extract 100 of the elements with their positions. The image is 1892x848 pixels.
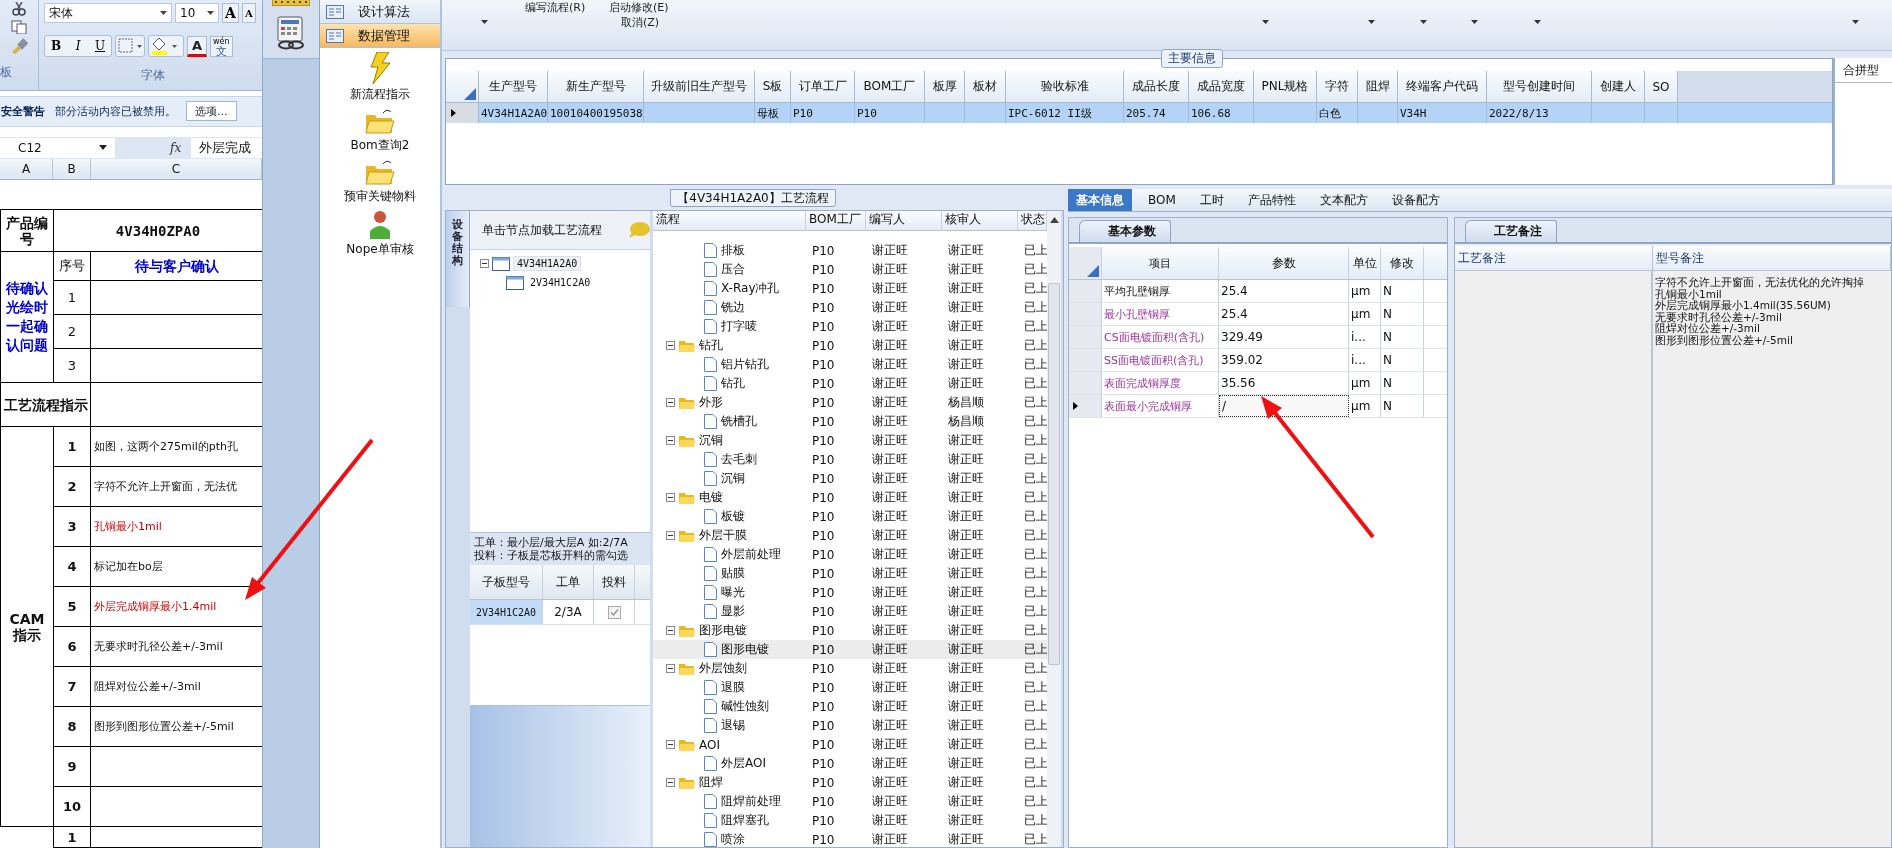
tree-row[interactable]: 退锡 P10 谢正旺 谢正旺 已上 [653,716,1047,735]
tree-row[interactable]: 曝光 P10 谢正旺 谢正旺 已上 [653,583,1047,602]
name-box[interactable]: C12 [0,137,115,158]
tree-row[interactable]: 钻孔 P10 谢正旺 谢正旺 已上 [653,374,1047,393]
column-header[interactable]: 生产型号 [479,71,548,102]
minus-box-icon[interactable] [666,436,675,445]
font-name-field[interactable]: 宋体 [44,3,172,23]
dropdown-caret-icon[interactable] [1534,20,1541,24]
tree-item[interactable]: 4V34H1A2A0 [513,256,582,271]
tab[interactable]: 工时 [1191,189,1232,211]
tree-row[interactable]: 铝片钻孔 P10 谢正旺 谢正旺 已上 [653,355,1047,374]
minus-box-icon[interactable] [666,493,675,502]
column-header[interactable]: 编写人 [866,211,942,230]
caret-icon[interactable] [160,11,167,15]
format-button[interactable]: U [89,36,111,56]
tree-row[interactable]: 沉铜 P10 谢正旺 谢正旺 已上 [653,431,1047,450]
dropdown-caret-icon[interactable] [1368,20,1375,24]
dropdown-caret-icon[interactable] [1852,20,1859,24]
column-header[interactable]: 单位 [1349,247,1381,279]
row-indicator[interactable] [446,103,479,123]
phonetic-button[interactable]: wén 文 [210,35,233,57]
tree-row[interactable]: 铣槽孔 P10 谢正旺 杨昌顺 已上 [653,412,1047,431]
column-header[interactable]: B [53,158,91,179]
column-header[interactable]: 核审人 [942,211,1018,230]
tree-row[interactable]: 电镀 P10 谢正旺 谢正旺 已上 [653,488,1047,507]
sidebar-item[interactable]: Nope单审核 [346,241,414,258]
tree-row[interactable]: 外层干膜 P10 谢正旺 谢正旺 已上 [653,526,1047,545]
column-header[interactable]: 字符 [1317,71,1358,102]
format-button[interactable]: B [45,36,67,56]
table-cell[interactable]: 25.4 [1219,280,1349,302]
tab[interactable]: 设备配方 [1383,189,1448,211]
brush-icon[interactable] [10,38,28,54]
column-header[interactable]: A [0,158,54,179]
tab[interactable]: 基本信息 [1068,189,1132,211]
table-cell[interactable]: 25.4 [1219,303,1349,325]
minus-box-icon[interactable] [666,626,675,635]
tree-row[interactable]: 阻焊 P10 谢正旺 谢正旺 已上 [653,773,1047,792]
dropdown-caret-icon[interactable] [481,20,488,24]
column-header[interactable]: 型号备注 [1653,246,1891,270]
sidebar-item[interactable]: 预审关键物料 [344,188,416,205]
table-cell[interactable]: 329.49 [1219,326,1349,348]
column-header[interactable]: 型号创建时间 [1487,71,1592,102]
tree-row[interactable]: 阻焊前处理 P10 谢正旺 谢正旺 已上 [653,792,1047,811]
column-header[interactable]: 子板型号 [470,565,543,599]
column-header[interactable]: S板 [755,71,791,102]
tree-row[interactable]: 铣边 P10 谢正旺 谢正旺 已上 [653,298,1047,317]
column-header[interactable]: 创建人 [1592,71,1645,102]
minus-box-icon[interactable] [666,341,675,350]
sidebar-item[interactable]: Bom查询2 [350,137,410,154]
dropdown-caret-icon[interactable] [1471,20,1478,24]
fill-color-icon[interactable] [148,35,184,57]
font-color-button[interactable]: A [187,35,208,57]
tab[interactable]: 产品特性 [1239,189,1304,211]
column-header[interactable]: 工艺备注 [1455,246,1653,270]
lightning-icon[interactable] [369,52,391,84]
calculator-icon[interactable] [276,16,306,50]
tree-row[interactable]: 退膜 P10 谢正旺 谢正旺 已上 [653,678,1047,697]
tree-row[interactable]: 显影 P10 谢正旺 谢正旺 已上 [653,602,1047,621]
checkbox[interactable] [607,605,621,619]
font-size-button[interactable]: A [222,3,239,23]
column-header[interactable]: 板厚 [925,71,965,102]
tree-row[interactable]: 外层前处理 P10 谢正旺 谢正旺 已上 [653,545,1047,564]
scrollbar[interactable] [1047,211,1061,847]
tree-row[interactable]: 外层AOI P10 谢正旺 谢正旺 已上 [653,754,1047,773]
sidebar-item[interactable]: 新流程指示 [350,86,410,103]
tab[interactable]: 文本配方 [1311,189,1376,211]
tree-row[interactable]: 图形电镀 P10 谢正旺 谢正旺 已上 [653,621,1047,640]
column-header[interactable]: 阻焊 [1358,71,1398,102]
column-header[interactable]: 订单工厂 [791,71,855,102]
side-tab[interactable]: 设备结构 [446,211,470,307]
tree-row[interactable]: AOI P10 谢正旺 谢正旺 已上 [653,735,1047,754]
column-header[interactable]: 终端客户代码 [1398,71,1487,102]
tree-row[interactable]: 沉铜 P10 谢正旺 谢正旺 已上 [653,469,1047,488]
scissors-icon[interactable] [11,2,27,16]
column-header[interactable]: BOM工厂 [855,71,925,102]
menu-item[interactable]: 启动修改(E) [609,0,669,15]
table-cell[interactable]: / [1219,395,1349,417]
formula-field[interactable]: 外层完成 [191,137,262,158]
column-header[interactable]: 投料 [594,565,635,599]
minus-box-icon[interactable] [480,259,489,268]
column-header[interactable]: 工单 [543,565,594,599]
dropdown-caret-icon[interactable] [1420,20,1427,24]
tab[interactable]: 工艺备注 [1465,220,1557,242]
tree-row[interactable]: 压合 P10 谢正旺 谢正旺 已上 [653,260,1047,279]
column-header[interactable]: BOM工厂 [806,211,866,230]
row-indicator[interactable] [1069,395,1102,417]
tree-row[interactable]: 外形 P10 谢正旺 杨昌顺 已上 [653,393,1047,412]
minus-box-icon[interactable] [666,664,675,673]
column-header[interactable]: 项目 [1102,247,1219,279]
menu-item[interactable]: 编写流程(R) [525,0,586,15]
column-header[interactable]: 参数 [1219,247,1349,279]
menu-item[interactable]: 取消(Z) [621,15,660,30]
column-header[interactable]: 板材 [965,71,1006,102]
sidebar-section[interactable]: 设计算法 [320,0,440,24]
tree-row[interactable]: 喷涂 P10 谢正旺 谢正旺 已上 [653,830,1047,847]
tree-row[interactable]: X-Ray冲孔 P10 谢正旺 谢正旺 已上 [653,279,1047,298]
tree-row[interactable]: 贴膜 P10 谢正旺 谢正旺 已上 [653,564,1047,583]
column-header[interactable]: 新生产型号 [548,71,644,102]
scroll-up-icon[interactable] [1049,217,1059,223]
dropdown-caret-icon[interactable] [1262,20,1269,24]
